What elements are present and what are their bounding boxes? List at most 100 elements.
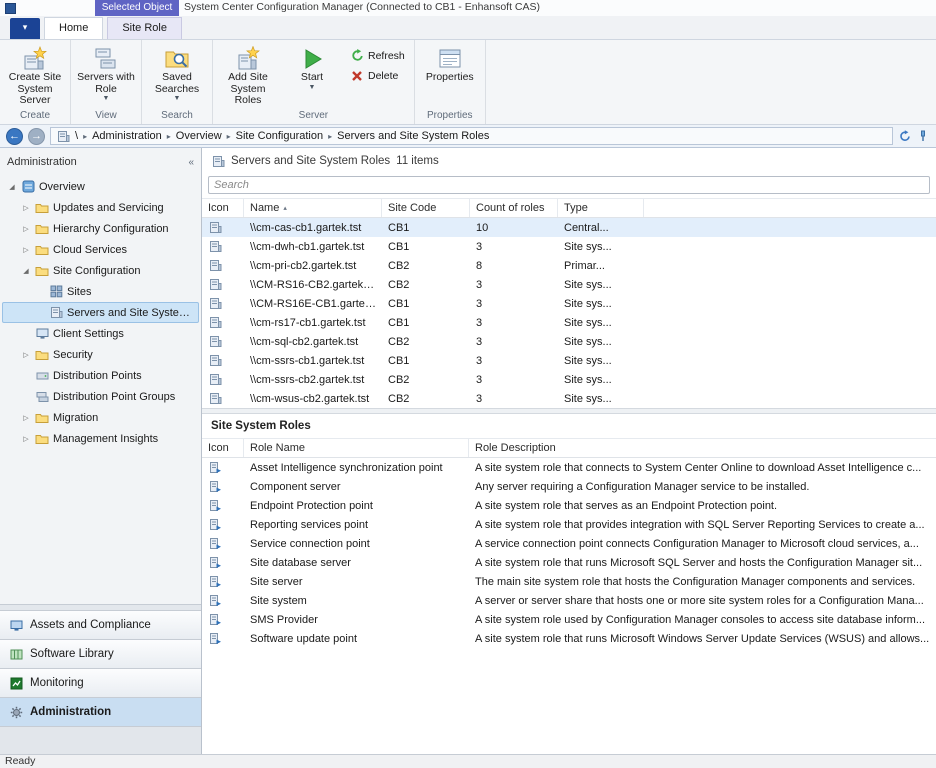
start-button[interactable]: Start ▼ [280, 42, 344, 93]
sidebar-item-client-settings[interactable]: Client Settings [2, 323, 199, 344]
search-input[interactable] [208, 176, 930, 194]
column-header-type[interactable]: Type [558, 199, 644, 217]
expander-collapsed-icon[interactable]: ▷ [21, 351, 31, 359]
create-site-system-server-button[interactable]: Create Site System Server [3, 42, 67, 109]
expander-collapsed-icon[interactable]: ▷ [21, 225, 31, 233]
servers-with-role-button[interactable]: Servers with Role ▼ [74, 42, 138, 104]
role-row[interactable]: Service connection pointA service connec… [202, 534, 936, 553]
server-icon [208, 278, 222, 291]
sidebar-item-site-configuration[interactable]: ◢Site Configuration [2, 260, 199, 281]
collapse-sidebar-icon[interactable]: « [188, 157, 194, 168]
delete-button[interactable]: Delete [344, 67, 411, 84]
start-icon [300, 46, 324, 72]
expander-expanded-icon[interactable]: ◢ [21, 267, 31, 275]
server-row[interactable]: \\cm-ssrs-cb2.gartek.tstCB23Site sys... [202, 370, 936, 389]
sidebar-item-distribution-points[interactable]: Distribution Points [2, 365, 199, 386]
sidebar-item-sites[interactable]: Sites [2, 281, 199, 302]
role-row[interactable]: Software update pointA site system role … [202, 629, 936, 648]
role-description-cell: A site system role that runs Microsoft W… [469, 633, 936, 645]
site-code-cell: CB1 [382, 355, 470, 367]
server-icon [208, 354, 222, 367]
breadcrumb-path: \▸Administration▸Overview▸Site Configura… [73, 130, 491, 142]
sidebar-item-updates-and-servicing[interactable]: ▷Updates and Servicing [2, 197, 199, 218]
site-system-role-icon [208, 632, 222, 645]
add-site-system-roles-button[interactable]: Add Site System Roles [216, 42, 280, 109]
server-name-cell: \\cm-ssrs-cb1.gartek.tst [244, 355, 382, 367]
column-header-role-name[interactable]: Role Name [244, 439, 469, 457]
expander-expanded-icon[interactable]: ◢ [7, 183, 17, 191]
server-name-cell: \\cm-cas-cb1.gartek.tst [244, 222, 382, 234]
server-row[interactable]: \\cm-ssrs-cb1.gartek.tstCB13Site sys... [202, 351, 936, 370]
tab-site-role[interactable]: Site Role [107, 17, 182, 39]
column-header-name[interactable]: Name▴ [244, 199, 382, 217]
role-name-cell: Endpoint Protection point [244, 500, 469, 512]
server-row[interactable]: \\cm-wsus-cb2.gartek.tstCB23Site sys... [202, 389, 936, 408]
workspace-button-monitoring[interactable]: Monitoring [0, 668, 201, 697]
role-row[interactable]: SMS ProviderA site system role used by C… [202, 610, 936, 629]
expander-collapsed-icon[interactable]: ▷ [21, 435, 31, 443]
breadcrumb-item-administration[interactable]: Administration [90, 130, 164, 142]
back-button[interactable]: ← [6, 128, 23, 145]
breadcrumb-root[interactable]: \ [73, 130, 80, 142]
refresh-view-icon[interactable] [898, 130, 912, 143]
server-row[interactable]: \\cm-pri-cb2.gartek.tstCB28Primar... [202, 256, 936, 275]
role-row[interactable]: Component serverAny server requiring a C… [202, 477, 936, 496]
expander-collapsed-icon[interactable]: ▷ [21, 414, 31, 422]
breadcrumb-item-servers-and-site-system-roles[interactable]: Servers and Site System Roles [335, 130, 491, 142]
pushpin-icon[interactable] [916, 130, 930, 143]
expander-collapsed-icon[interactable]: ▷ [21, 204, 31, 212]
forward-button[interactable]: → [28, 128, 45, 145]
expander-collapsed-icon[interactable]: ▷ [21, 246, 31, 254]
site-system-role-icon [208, 537, 222, 550]
type-cell: Site sys... [558, 336, 644, 348]
site-system-role-icon [208, 461, 222, 474]
add-site-system-roles-icon [235, 46, 261, 72]
column-header-icon[interactable]: Icon [202, 439, 244, 457]
column-header-icon[interactable]: Icon [202, 199, 244, 217]
server-row[interactable]: \\cm-dwh-cb1.gartek.tstCB13Site sys... [202, 237, 936, 256]
server-row[interactable]: \\cm-rs17-cb1.gartek.tstCB13Site sys... [202, 313, 936, 332]
sidebar-item-cloud-services[interactable]: ▷Cloud Services [2, 239, 199, 260]
column-header-site-code[interactable]: Site Code [382, 199, 470, 217]
sidebar-item-management-insights[interactable]: ▷Management Insights [2, 428, 199, 449]
assets-icon [9, 619, 23, 632]
sidebar-item-security[interactable]: ▷Security [2, 344, 199, 365]
type-cell: Site sys... [558, 374, 644, 386]
server-row[interactable]: \\cm-sql-cb2.gartek.tstCB23Site sys... [202, 332, 936, 351]
app-menu-button[interactable]: ▾ [10, 18, 40, 39]
breadcrumb-item-site-configuration[interactable]: Site Configuration [234, 130, 325, 142]
sidebar-item-overview[interactable]: ◢Overview [2, 176, 199, 197]
server-row[interactable]: \\cm-cas-cb1.gartek.tstCB110Central... [202, 218, 936, 237]
column-header-role-description[interactable]: Role Description [469, 439, 936, 457]
monitor-icon [35, 327, 49, 340]
role-row[interactable]: Site systemA server or server share that… [202, 591, 936, 610]
ribbon-group-properties: Properties Properties [415, 40, 486, 124]
server-icon [49, 306, 63, 319]
role-name-cell: Site database server [244, 557, 469, 569]
saved-searches-button[interactable]: Saved Searches ▼ [145, 42, 209, 104]
drives-icon [35, 390, 49, 403]
workspace-button-administration[interactable]: Administration [0, 697, 201, 726]
site-system-role-icon [208, 594, 222, 607]
role-row[interactable]: Endpoint Protection pointA site system r… [202, 496, 936, 515]
role-row[interactable]: Reporting services pointA site system ro… [202, 515, 936, 534]
properties-button[interactable]: Properties [418, 42, 482, 86]
workspace-button-assets-and-compliance[interactable]: Assets and Compliance [0, 610, 201, 639]
workspace-button-software-library[interactable]: Software Library [0, 639, 201, 668]
column-header-count-of-roles[interactable]: Count of roles [470, 199, 558, 217]
sidebar-item-migration[interactable]: ▷Migration [2, 407, 199, 428]
refresh-button[interactable]: Refresh [344, 47, 411, 64]
role-row[interactable]: Asset Intelligence synchronization point… [202, 458, 936, 477]
server-row[interactable]: \\CM-RS16E-CB1.gartek.tstCB13Site sys... [202, 294, 936, 313]
site-code-cell: CB2 [382, 336, 470, 348]
role-row[interactable]: Site serverThe main site system role tha… [202, 572, 936, 591]
server-row[interactable]: \\CM-RS16-CB2.gartek.tstCB23Site sys... [202, 275, 936, 294]
breadcrumb-separator-icon: ▸ [226, 132, 232, 141]
sidebar-item-servers-and-site-system-roles[interactable]: Servers and Site System Roles [2, 302, 199, 323]
tab-home[interactable]: Home [44, 17, 103, 39]
sidebar-item-hierarchy-configuration[interactable]: ▷Hierarchy Configuration [2, 218, 199, 239]
role-row[interactable]: Site database serverA site system role t… [202, 553, 936, 572]
create-site-system-server-label: Create Site System Server [5, 72, 65, 107]
sidebar-item-distribution-point-groups[interactable]: Distribution Point Groups [2, 386, 199, 407]
breadcrumb-item-overview[interactable]: Overview [174, 130, 224, 142]
